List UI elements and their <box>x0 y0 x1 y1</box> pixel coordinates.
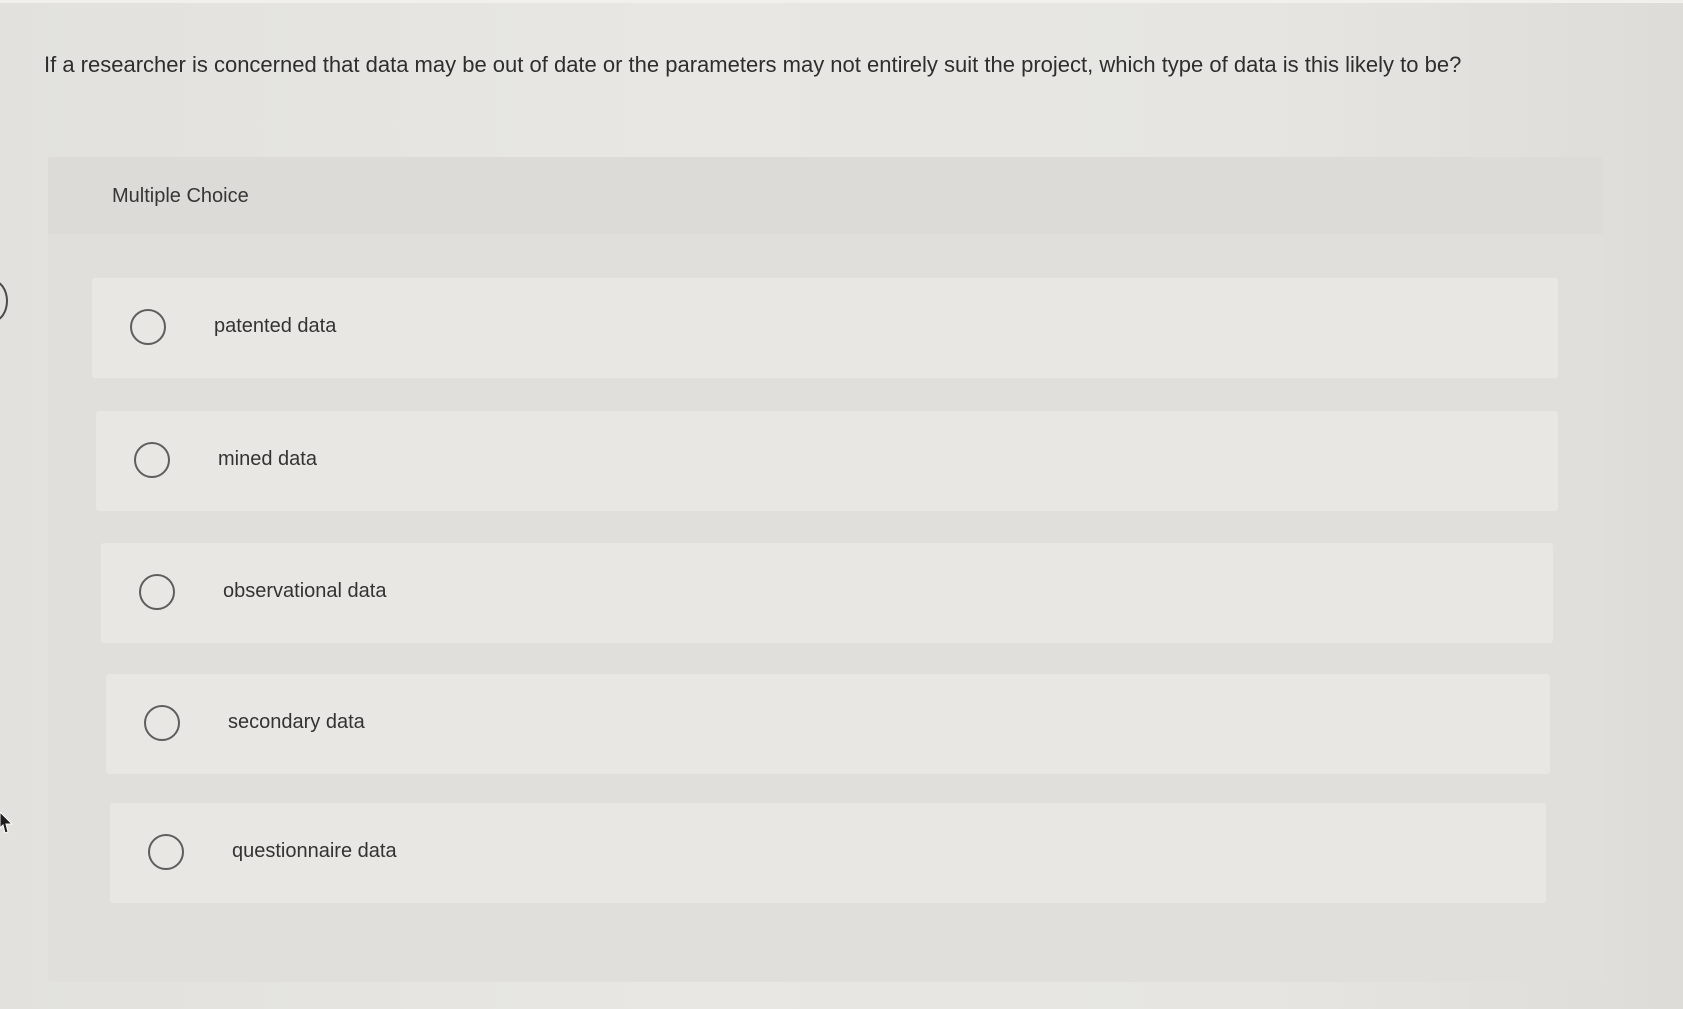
answer-option-observational-data[interactable]: observational data <box>101 543 1553 643</box>
answer-option-label: secondary data <box>228 711 365 733</box>
question-text: If a researcher is concerned that data m… <box>44 52 1462 77</box>
radio-unchecked-icon[interactable] <box>139 574 175 610</box>
radio-unchecked-icon[interactable] <box>144 705 180 741</box>
top-edge-divider <box>0 0 1683 3</box>
multiple-choice-panel: Multiple Choice patented data mined data… <box>48 157 1602 982</box>
radio-unchecked-icon[interactable] <box>130 309 166 345</box>
scroll-edge-handle-icon <box>0 280 8 322</box>
answer-option-label: mined data <box>218 448 317 470</box>
multiple-choice-header: Multiple Choice <box>48 157 1602 234</box>
radio-unchecked-icon[interactable] <box>148 834 184 870</box>
answer-option-mined-data[interactable]: mined data <box>96 411 1558 511</box>
answer-option-questionnaire-data[interactable]: questionnaire data <box>110 803 1546 903</box>
answer-option-label: patented data <box>214 315 337 337</box>
multiple-choice-title: Multiple Choice <box>112 185 249 207</box>
answer-option-secondary-data[interactable]: secondary data <box>106 674 1550 774</box>
answer-option-label: observational data <box>223 580 387 602</box>
answer-option-patented-data[interactable]: patented data <box>92 278 1558 378</box>
mouse-pointer-icon <box>0 811 14 839</box>
answer-option-label: questionnaire data <box>232 840 397 862</box>
radio-unchecked-icon[interactable] <box>134 442 170 478</box>
